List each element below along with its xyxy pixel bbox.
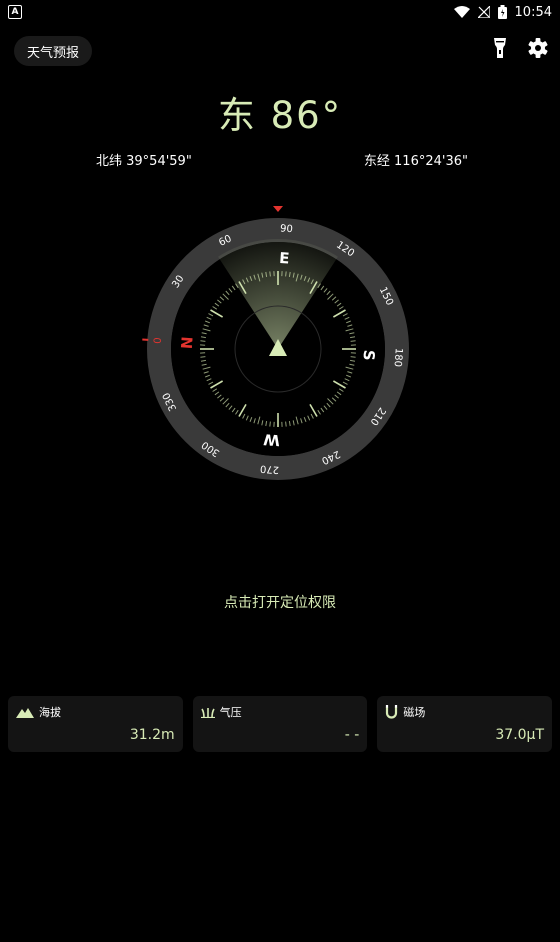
- compass-tick: [350, 356, 356, 358]
- magnetic-field-card: 磁场 37.0μT: [377, 696, 553, 752]
- heading-degrees: 86°: [270, 94, 343, 137]
- compass-tick: [269, 421, 271, 427]
- settings-gear-icon[interactable]: [528, 38, 548, 58]
- heading-readout: 东 86°: [0, 85, 560, 139]
- degree-label: 0: [153, 337, 164, 344]
- cardinal-s: S: [359, 349, 378, 361]
- compass-tick: [269, 271, 271, 277]
- heading-direction: 东: [217, 94, 257, 137]
- degree-label: 180: [392, 347, 404, 367]
- degree-label: 270: [260, 463, 280, 475]
- pressure-card: 气压 - -: [192, 696, 368, 752]
- weather-forecast-label: 天气预报: [26, 45, 79, 61]
- top-pointer-icon: [273, 206, 283, 212]
- compass-tick: [200, 340, 206, 342]
- cardinal-e: E: [279, 249, 290, 268]
- cardinal-n: N: [178, 336, 197, 350]
- compass-tick: [350, 340, 356, 342]
- compass-tick: [285, 271, 287, 277]
- enable-location-link[interactable]: 点击打开定位权限: [0, 592, 560, 612]
- degree-label: 90: [280, 223, 293, 235]
- altitude-label: 海拔: [39, 706, 61, 719]
- no-signal-icon: [477, 6, 490, 18]
- pressure-icon: [200, 708, 215, 718]
- pressure-value: - -: [344, 727, 360, 743]
- battery-icon: [497, 5, 507, 19]
- wifi-icon: [453, 6, 470, 18]
- magnetic-field-value: 37.0μT: [495, 727, 545, 743]
- compass-dial: ESWN 9012015018021024027030033003060: [142, 206, 409, 480]
- cardinal-w: W: [262, 430, 280, 449]
- compass-tick: [285, 421, 287, 427]
- pressure-label: 气压: [219, 706, 242, 719]
- sensor-cards: 海拔 31.2m 气压 - - 磁场 37.0μT: [8, 696, 553, 752]
- status-time: 10:54: [514, 4, 552, 20]
- app-notification-icon: A: [8, 5, 22, 19]
- top-toolbar: [492, 38, 548, 58]
- status-bar: A 10:54: [0, 0, 560, 24]
- altitude-value: 31.2m: [129, 727, 175, 743]
- altitude-card: 海拔 31.2m: [8, 696, 183, 752]
- magnetic-field-label: 磁场: [403, 706, 426, 719]
- weather-forecast-button[interactable]: 天气预报: [14, 36, 92, 66]
- flashlight-icon[interactable]: [492, 38, 508, 58]
- magnet-icon: [386, 705, 398, 719]
- compass-tick: [200, 356, 206, 358]
- latitude-text: 北纬 39°54'59": [96, 154, 192, 169]
- longitude-text: 东经 116°24'36": [363, 154, 468, 169]
- mountain-icon: [16, 707, 34, 718]
